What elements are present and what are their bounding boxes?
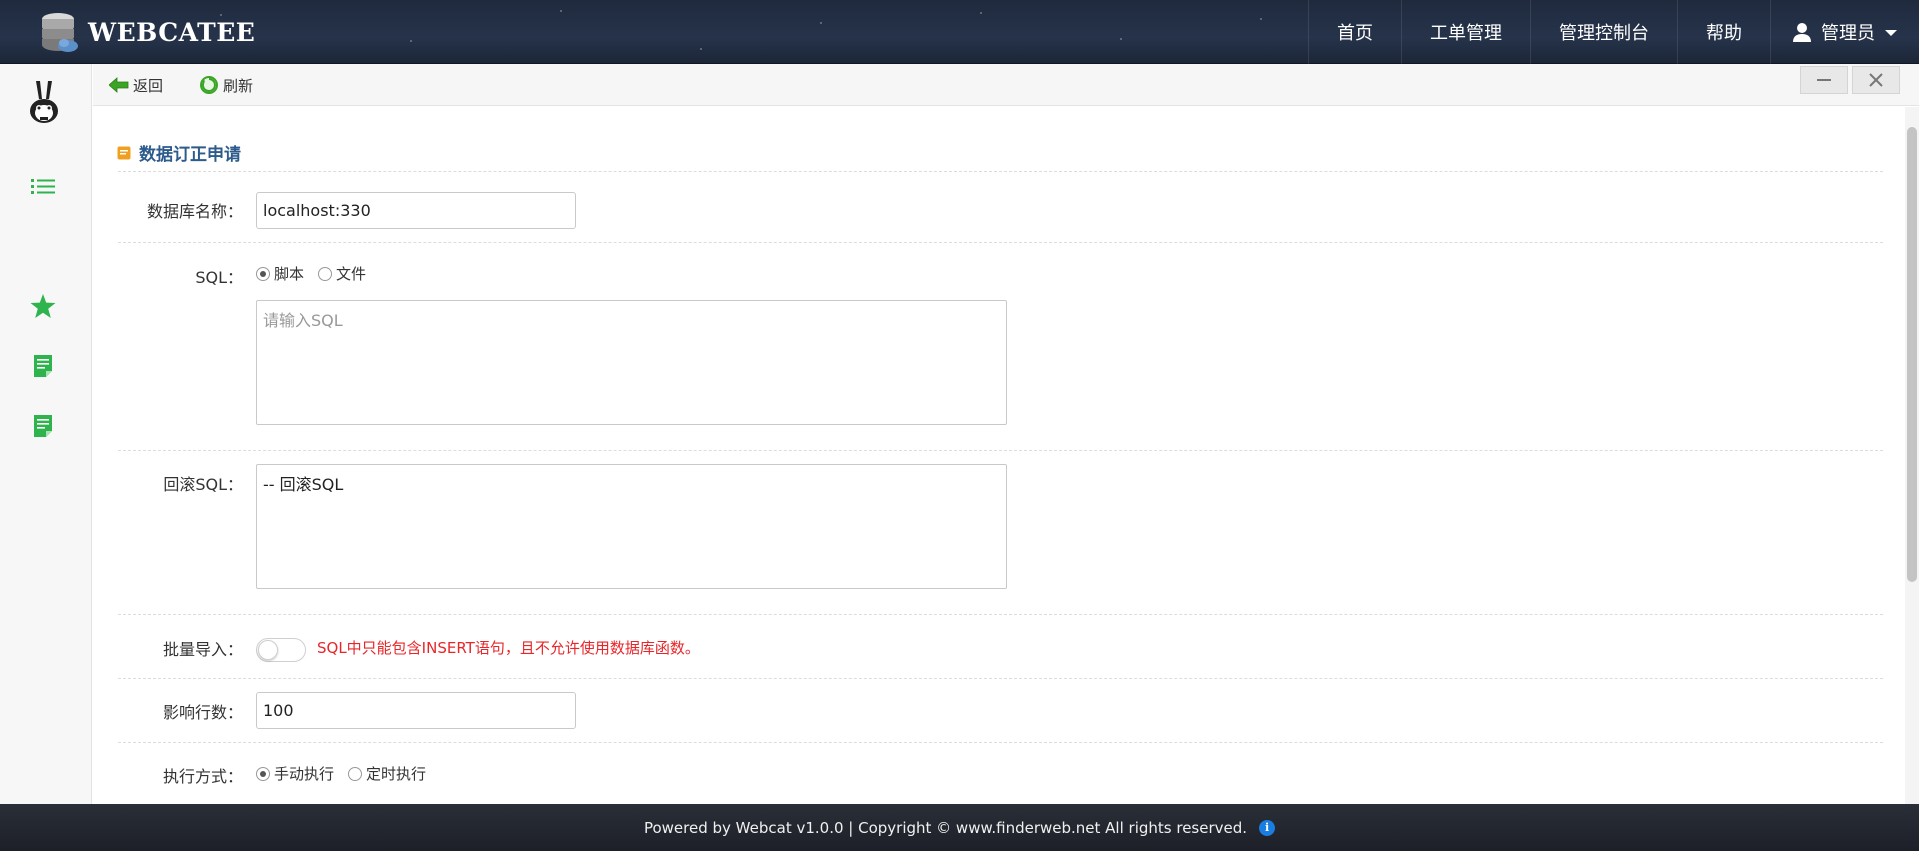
- main-content: 数据订正申请 数据库名称： localhost:330 SQL： 脚本 文件 请…: [93, 107, 1903, 804]
- brand[interactable]: WEBCATEE: [38, 8, 255, 56]
- divider: [118, 614, 1883, 615]
- page-title: 数据订正申请: [139, 145, 241, 165]
- divider: [118, 450, 1883, 451]
- list-icon[interactable]: [26, 170, 60, 204]
- top-nav: 首页 工单管理 管理控制台 帮助 管理员: [1308, 0, 1919, 64]
- nav-help[interactable]: 帮助: [1677, 0, 1770, 64]
- document-icon[interactable]: [26, 349, 60, 383]
- radio-label: 文件: [336, 265, 367, 283]
- divider: [118, 242, 1883, 243]
- back-label: 返回: [133, 76, 164, 95]
- affected-rows-input[interactable]: 100: [256, 692, 576, 729]
- radio-unchecked[interactable]: [348, 766, 363, 781]
- radio-label: 定时执行: [366, 765, 427, 783]
- radio-unchecked[interactable]: [318, 266, 333, 281]
- db-name-input[interactable]: localhost:330: [256, 192, 576, 229]
- left-sidebar: [0, 64, 92, 804]
- close-icon: [1869, 73, 1883, 87]
- document-icon-2[interactable]: [26, 409, 60, 443]
- radio-label: 手动执行: [274, 765, 335, 783]
- sql-textarea[interactable]: 请输入SQL: [256, 300, 1007, 425]
- exec-mode-scheduled-option[interactable]: 定时执行: [348, 763, 426, 784]
- sql-label: SQL：: [195, 268, 243, 287]
- radio-checked[interactable]: [256, 766, 270, 781]
- exec-mode-label: 执行方式：: [162, 767, 243, 786]
- toggle-knob: [258, 640, 278, 660]
- divider: [118, 678, 1883, 679]
- batch-import-toggle[interactable]: [256, 638, 306, 662]
- exec-mode-radio-group: 手动执行 定时执行: [256, 763, 440, 784]
- radio-checked[interactable]: [256, 266, 270, 281]
- nav-home[interactable]: 首页: [1308, 0, 1401, 64]
- arrow-left-icon: [109, 77, 129, 93]
- database-logo-icon: [38, 10, 82, 54]
- toolbar: 返回 刷新: [93, 64, 1919, 106]
- section-title: 数据订正申请: [117, 140, 241, 165]
- info-icon[interactable]: i: [1259, 819, 1276, 836]
- minimize-icon: [1817, 79, 1831, 81]
- sql-type-file-option[interactable]: 文件: [318, 263, 366, 284]
- user-menu[interactable]: 管理员: [1770, 0, 1919, 64]
- batch-import-label: 批量导入：: [162, 640, 243, 659]
- refresh-button[interactable]: 刷新: [199, 73, 253, 97]
- affected-rows-label: 影响行数：: [162, 703, 243, 722]
- rollback-sql-label: 回滚SQL：: [163, 475, 243, 494]
- nav-admin-console[interactable]: 管理控制台: [1530, 0, 1677, 64]
- footer: Powered by Webcat v1.0.0 | Copyright © w…: [0, 804, 1919, 851]
- form-title-icon: [117, 146, 131, 159]
- scrollbar-thumb[interactable]: [1907, 127, 1917, 582]
- radio-label: 脚本: [274, 265, 305, 283]
- star-icon[interactable]: [26, 289, 60, 323]
- top-header: WEBCATEE 首页 工单管理 管理控制台 帮助 管理员: [0, 0, 1919, 64]
- refresh-icon: [200, 76, 218, 94]
- close-button[interactable]: [1852, 66, 1900, 94]
- user-icon: [1793, 23, 1811, 42]
- sql-type-radio-group: 脚本 文件: [256, 263, 380, 284]
- chevron-down-icon: [1885, 30, 1897, 36]
- sql-type-script-option[interactable]: 脚本: [256, 263, 304, 284]
- rabbit-mascot-icon[interactable]: [24, 78, 64, 130]
- refresh-label: 刷新: [223, 76, 254, 95]
- user-name: 管理员: [1821, 23, 1875, 44]
- db-name-label: 数据库名称：: [146, 202, 243, 221]
- footer-copyright: Powered by Webcat v1.0.0 | Copyright © w…: [643, 818, 1248, 837]
- exec-mode-manual-option[interactable]: 手动执行: [256, 763, 334, 784]
- brand-name: WEBCATEE: [88, 17, 256, 47]
- back-button[interactable]: 返回: [109, 73, 163, 97]
- nav-ticket-management[interactable]: 工单管理: [1401, 0, 1530, 64]
- rollback-sql-textarea[interactable]: -- 回滚SQL: [256, 464, 1007, 589]
- divider: [118, 742, 1883, 743]
- divider: [118, 171, 1883, 172]
- batch-import-warning: SQL中只能包含INSERT语句，且不允许使用数据库函数。: [317, 639, 700, 657]
- minimize-button[interactable]: [1800, 66, 1848, 94]
